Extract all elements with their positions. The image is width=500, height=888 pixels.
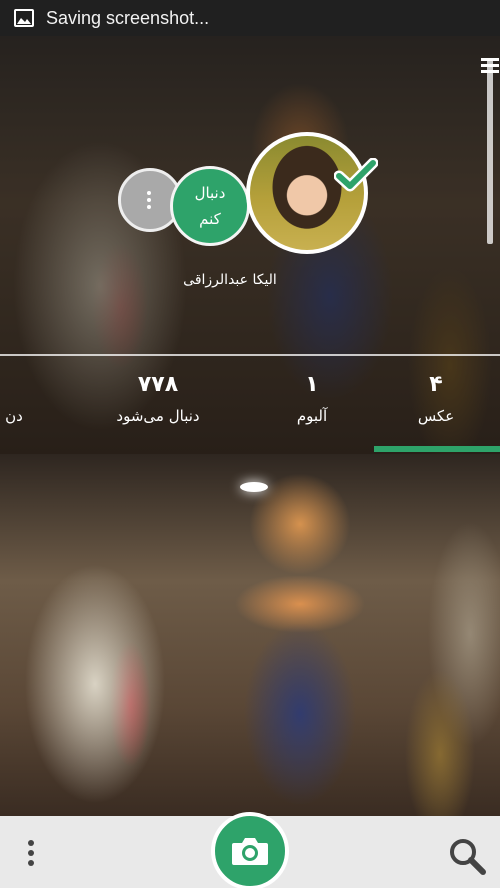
check-icon	[334, 158, 378, 192]
vertical-dots-icon	[147, 191, 151, 209]
avatar[interactable]	[246, 132, 368, 254]
following-count	[0, 372, 34, 397]
status-text: Saving screenshot...	[46, 7, 210, 28]
bottom-bar	[0, 812, 500, 888]
status-bar: Saving screenshot...	[0, 0, 500, 36]
search-icon[interactable]	[447, 836, 487, 876]
tab-followers[interactable]: ۷۷۸ دنبال می‌شود	[100, 372, 216, 425]
photo-item[interactable]	[0, 454, 500, 816]
profile-header: دنبال کنم الیکا عبدالرزاقی ۴ عکس ۱ آلبوم…	[0, 36, 500, 454]
photos-count: ۴	[429, 372, 443, 397]
tab-albums[interactable]: ۱ آلبوم	[274, 372, 350, 425]
followers-label: دنبال می‌شود	[116, 407, 200, 425]
followers-count: ۷۷۸	[137, 372, 179, 397]
photos-label: عکس	[417, 407, 455, 425]
albums-count: ۱	[305, 372, 319, 397]
follow-button[interactable]: دنبال کنم	[170, 166, 250, 246]
screenshot-icon	[14, 9, 34, 27]
follow-button-label: دنبال کنم	[194, 184, 226, 228]
divider	[0, 354, 500, 356]
scrollbar[interactable]	[487, 58, 493, 244]
stage-light	[240, 482, 268, 492]
camera-icon	[232, 838, 268, 865]
tab-photos[interactable]: ۴ عکس	[400, 372, 472, 425]
camera-button[interactable]	[211, 812, 289, 888]
profile-name: الیکا عبدالرزاقی	[183, 272, 277, 288]
active-tab-indicator	[374, 446, 500, 452]
avatar-image	[250, 136, 364, 250]
menu-dots-icon[interactable]	[28, 840, 34, 870]
tab-following[interactable]: دن	[0, 372, 34, 425]
albums-label: آلبوم	[296, 407, 328, 425]
following-label: دن	[5, 407, 23, 425]
